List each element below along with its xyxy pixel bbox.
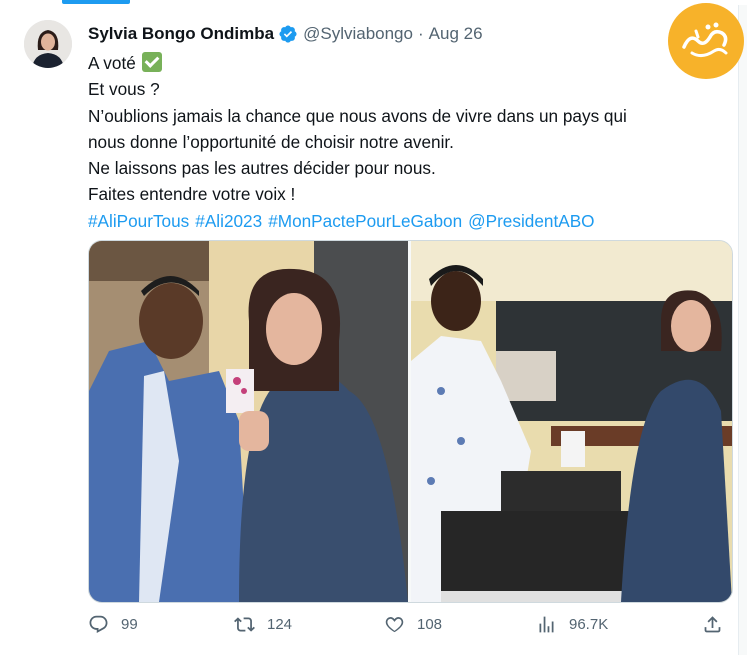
hashtag-line: #AliPourTous #Ali2023 #MonPactePourLeGabon… <box>88 208 708 234</box>
like-button[interactable]: 108 <box>384 614 442 635</box>
views-count: 96.7K <box>569 616 609 633</box>
heart-icon <box>385 617 404 633</box>
check-mark-emoji-icon <box>141 52 162 72</box>
media-grid <box>88 240 733 603</box>
scrollbar-track[interactable] <box>738 5 747 655</box>
verified-badge-icon <box>279 25 297 43</box>
reply-icon <box>89 615 108 633</box>
like-count: 108 <box>417 616 443 633</box>
tweet-header: Sylvia Bongo Ondimba @Sylviabongo · Aug … <box>88 22 483 46</box>
reply-count: 99 <box>121 616 138 633</box>
tweet-line: N’oublions jamais la chance que nous avo… <box>88 105 627 126</box>
action-bar: 99 124 108 96.7K <box>88 614 728 644</box>
tweet-line: Faites entendre votre voix ! <box>88 184 296 205</box>
hashtag-link[interactable]: #Ali2023 <box>195 211 262 231</box>
tweet-line: Et vous ? <box>88 79 160 100</box>
tweet-date[interactable]: Aug 26 <box>429 24 483 44</box>
tweet-line: A voté <box>88 50 708 76</box>
views-chart-icon <box>539 616 554 633</box>
separator-dot: · <box>417 24 424 43</box>
views-button[interactable]: 96.7K <box>536 614 608 635</box>
hashtag-link[interactable]: #MonPactePourLeGabon <box>268 211 462 231</box>
author-name[interactable]: Sylvia Bongo Ondimba <box>88 24 274 44</box>
tweet-line: Ne laissons pas les autres décider pour … <box>88 158 436 179</box>
tweet-text: A voté Et vous ? N’oublions jamais la ch… <box>88 50 708 234</box>
photo-ballot-box[interactable] <box>411 241 732 602</box>
retweet-icon <box>234 617 255 632</box>
share-icon <box>704 616 721 633</box>
tweet-line: nous donne l’opportunité de choisir notr… <box>88 131 454 152</box>
author-handle[interactable]: @Sylviabongo <box>303 24 413 44</box>
photo-couple[interactable] <box>89 241 408 602</box>
top-bar <box>0 0 747 5</box>
avatar[interactable] <box>24 20 72 68</box>
retweet-count: 124 <box>267 616 293 633</box>
reply-button[interactable]: 99 <box>88 614 138 635</box>
share-button[interactable] <box>702 614 735 635</box>
active-tab-indicator <box>62 0 130 4</box>
mention-link[interactable]: @PresidentABO <box>468 211 594 231</box>
hashtag-link[interactable]: #AliPourTous <box>88 211 189 231</box>
retweet-button[interactable]: 124 <box>234 614 292 635</box>
